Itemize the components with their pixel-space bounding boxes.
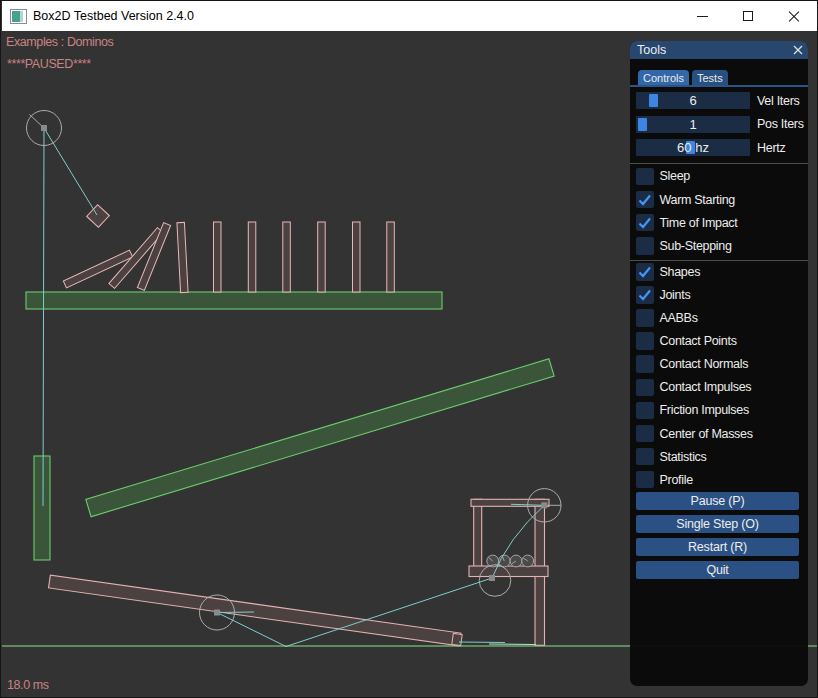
joints-checkbox[interactable] [636, 286, 654, 304]
slider-row-hertz: 60 hz Hertz [636, 139, 802, 156]
app-icon [10, 9, 27, 24]
dominos [63, 222, 394, 293]
checkbox-label: Time of Impact [660, 216, 738, 230]
checkbox-row-friction-impulses: Friction Impulses [636, 402, 802, 420]
checkmark-icon [636, 214, 654, 232]
checkbox-label: Sleep [660, 169, 690, 183]
slider-label: Hertz [757, 141, 785, 155]
checkbox-label: AABBs [660, 311, 698, 325]
checkbox-label: Statistics [660, 450, 707, 464]
checkbox-row-statistics: Statistics [636, 448, 802, 466]
app-window: Examples : Dominos ****PAUSED**** 18.0 m… [0, 0, 818, 698]
checkbox-row-shapes: Shapes [636, 263, 802, 281]
plank-end-block [452, 633, 462, 645]
window-title: Box2D Testbed Version 2.4.0 [33, 9, 194, 23]
slider-label: Pos Iters [757, 117, 804, 131]
checkmark-icon [636, 286, 654, 304]
checkbox-label: Contact Impulses [660, 380, 752, 394]
domino-platform [26, 292, 442, 309]
slider-row-vel-iters: 6 Vel Iters [636, 92, 802, 109]
slider-value: 1 [636, 116, 750, 133]
pos-iters-slider[interactable]: 1 [636, 116, 750, 133]
checkbox-row-sub-stepping: Sub-Stepping [636, 237, 802, 255]
tools-panel-titlebar[interactable]: Tools [630, 41, 808, 59]
restart-button[interactable]: Restart (R) [636, 538, 799, 556]
example-label: Examples : Dominos [6, 35, 113, 49]
shapes-checkbox[interactable] [636, 263, 654, 281]
slider-value: 6 [636, 92, 750, 109]
center-of-masses-checkbox[interactable] [636, 425, 654, 443]
seesaw-plank [49, 575, 461, 646]
slider-value: 60 hz [636, 139, 750, 156]
sleep-checkbox[interactable] [636, 168, 654, 186]
tab-tests[interactable]: Tests [692, 70, 728, 85]
sub-stepping-checkbox[interactable] [636, 237, 654, 255]
tabbar: Controls Tests [630, 70, 808, 85]
checkbox-row-profile: Profile [636, 471, 802, 489]
contact-points-checkbox[interactable] [636, 332, 654, 350]
checkbox-row-sleep: Sleep [636, 168, 802, 186]
checkbox-row-aabbs: AABBs [636, 309, 802, 327]
checkbox-label: Contact Normals [660, 357, 749, 371]
checkbox-row-joints: Joints [636, 286, 802, 304]
checkbox-row-contact-points: Contact Points [636, 332, 802, 350]
single-step-button[interactable]: Single Step (O) [636, 515, 799, 533]
paused-label: ****PAUSED**** [7, 57, 91, 71]
checkbox-row-contact-impulses: Contact Impulses [636, 379, 802, 397]
checkbox-label: Joints [660, 288, 691, 302]
checkbox-label: Warm Starting [660, 193, 736, 207]
panel-close-icon[interactable] [792, 44, 804, 56]
separator [630, 163, 808, 164]
checkbox-row-time-of-impact: Time of Impact [636, 214, 802, 232]
contact-impulses-checkbox[interactable] [636, 379, 654, 397]
joint-anchor-squares [41, 125, 547, 616]
counterweight-block [34, 456, 50, 560]
tab-controls[interactable]: Controls [638, 70, 689, 85]
time-of-impact-checkbox[interactable] [636, 214, 654, 232]
tools-panel-title: Tools [637, 43, 666, 57]
close-button[interactable] [771, 1, 817, 31]
separator [630, 260, 808, 261]
checkmark-icon [636, 263, 654, 281]
frame-time-label: 18.0 ms [7, 678, 49, 692]
angled-plank [86, 359, 554, 517]
checkbox-label: Center of Masses [660, 427, 753, 441]
pause-button[interactable]: Pause (P) [636, 492, 799, 510]
close-icon [788, 10, 800, 22]
joint-line-pale [489, 644, 536, 645]
minimize-button[interactable] [679, 1, 725, 31]
checkbox-row-center-of-masses: Center of Masses [636, 425, 802, 443]
profile-checkbox[interactable] [636, 471, 654, 489]
checkbox-label: Contact Points [660, 334, 737, 348]
checkbox-label: Profile [660, 473, 693, 487]
friction-impulses-checkbox[interactable] [636, 402, 654, 420]
tools-panel: Tools Controls Tests 6 Vel Iters [630, 41, 808, 686]
vel-iters-slider[interactable]: 6 [636, 92, 750, 109]
hertz-slider[interactable]: 60 hz [636, 139, 750, 156]
warm-starting-checkbox[interactable] [636, 191, 654, 209]
aabbs-checkbox[interactable] [636, 309, 654, 327]
contact-normals-checkbox[interactable] [636, 355, 654, 373]
checkmark-icon [636, 191, 654, 209]
slider-label: Vel Iters [757, 94, 799, 108]
checkbox-row-warm-starting: Warm Starting [636, 191, 802, 209]
checkbox-label: Friction Impulses [660, 403, 749, 417]
maximize-button[interactable] [725, 1, 771, 31]
checkbox-label: Shapes [660, 265, 701, 279]
checkbox-label: Sub-Stepping [660, 239, 732, 253]
maximize-icon [743, 11, 753, 21]
statistics-checkbox[interactable] [636, 448, 654, 466]
minimize-icon [697, 16, 708, 17]
slider-row-pos-iters: 1 Pos Iters [636, 116, 802, 133]
quit-button[interactable]: Quit [636, 561, 799, 579]
checkbox-row-contact-normals: Contact Normals [636, 355, 802, 373]
pendulum-box [87, 205, 110, 228]
window-titlebar[interactable]: Box2D Testbed Version 2.4.0 [2, 1, 817, 31]
